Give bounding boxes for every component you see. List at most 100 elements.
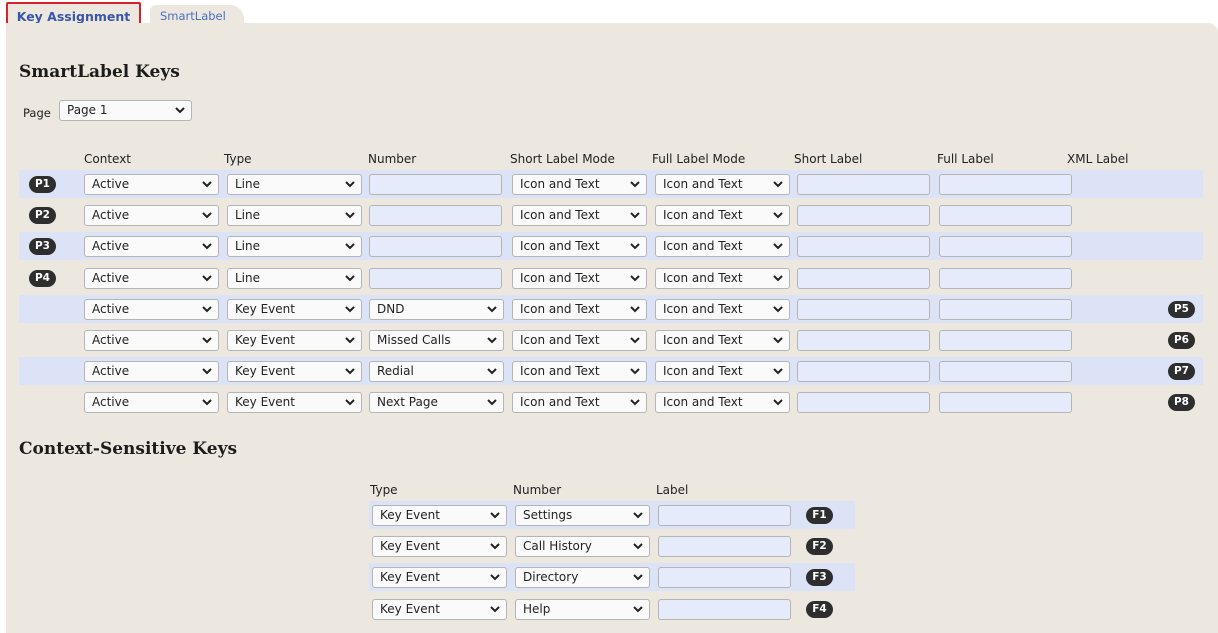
chevron-down-icon [633,574,643,581]
short-label-mode-select[interactable]: Icon and Text [512,330,647,351]
ck-type-select[interactable]: Key Event [372,598,507,620]
short-label-mode-select[interactable]: Icon and Text [512,267,647,289]
full-label-mode-select[interactable]: Icon and Text [655,236,790,258]
chevron-down-icon [490,512,500,519]
short-label-mode-select[interactable]: Icon and Text [512,298,647,320]
short-label-mode-select-value: Icon and Text [520,270,600,285]
type-select[interactable]: Key Event [227,392,362,414]
context-select[interactable]: Active [84,330,219,351]
ck-col-number: Number [513,483,562,497]
short-label-mode-select-value: Icon and Text [520,177,600,191]
chevron-down-icon [630,368,640,375]
context-select-value: Active [92,177,130,191]
type-select[interactable]: Key Event [227,361,362,383]
chevron-down-icon [490,543,500,550]
context-select-value: Active [92,395,130,410]
short-label-input[interactable] [797,267,930,289]
full-label-input[interactable] [939,205,1072,227]
full-label-input[interactable] [939,392,1072,414]
full-label-mode-select-value: Icon and Text [663,395,743,410]
chevron-down-icon [630,274,640,282]
number-select[interactable]: Next Page [369,392,504,414]
ck-label-input[interactable] [658,536,791,558]
short-label-mode-select-value: Icon and Text [520,364,600,379]
full-label-input[interactable] [939,174,1072,195]
full-label-input[interactable] [939,330,1072,351]
number-input[interactable] [369,174,502,195]
number-select-value: Next Page [377,395,438,410]
short-label-mode-select[interactable]: Icon and Text [512,205,647,227]
ck-type-select[interactable]: Key Event [372,536,507,558]
chevron-down-icon [345,181,355,188]
number-select[interactable]: DND [369,298,504,320]
full-label-input[interactable] [939,361,1072,383]
full-label-mode-select[interactable]: Icon and Text [655,205,790,227]
full-label-mode-select[interactable]: Icon and Text [655,392,790,414]
ck-number-select[interactable]: Call History [515,536,650,558]
chevron-down-icon [490,574,500,581]
number-input[interactable] [369,205,502,227]
type-select[interactable]: Line [227,267,362,289]
type-select[interactable]: Key Event [227,298,362,320]
short-label-input[interactable] [797,174,930,195]
type-select[interactable]: Line [227,174,362,195]
ck-type-select[interactable]: Key Event [372,567,507,589]
chevron-down-icon [630,306,640,313]
ck-label-input[interactable] [658,598,791,620]
full-label-mode-select[interactable]: Icon and Text [655,361,790,383]
short-label-input[interactable] [797,205,930,227]
context-select[interactable]: Active [84,236,219,258]
type-select-value: Key Event [235,364,295,379]
short-label-input[interactable] [797,298,930,320]
chevron-down-icon [202,399,212,406]
short-label-mode-select[interactable]: Icon and Text [512,361,647,383]
number-select-value: Missed Calls [377,333,451,347]
chevron-down-icon [630,212,640,219]
number-input[interactable] [369,267,502,289]
full-label-mode-select-value: Icon and Text [663,301,743,316]
type-select-value: Key Event [235,301,295,316]
ck-type-select-value: Key Event [380,539,440,554]
number-input[interactable] [369,236,502,258]
ck-label-input[interactable] [658,567,791,589]
short-label-input[interactable] [797,392,930,414]
short-label-mode-select[interactable]: Icon and Text [512,236,647,258]
short-label-input[interactable] [797,330,930,351]
full-label-mode-select[interactable]: Icon and Text [655,174,790,195]
chevron-down-icon [773,181,783,188]
ck-type-select[interactable]: Key Event [372,505,507,526]
context-select[interactable]: Active [84,392,219,414]
short-label-input[interactable] [797,236,930,258]
number-select[interactable]: Redial [369,361,504,383]
context-select[interactable]: Active [84,361,219,383]
ck-number-select[interactable]: Help [515,598,650,620]
chevron-down-icon [487,337,497,344]
full-label-input[interactable] [939,267,1072,289]
chevron-down-icon [773,243,783,250]
short-label-input[interactable] [797,361,930,383]
type-select[interactable]: Line [227,236,362,258]
col-full-label-mode: Full Label Mode [652,152,746,166]
full-label-input[interactable] [939,236,1072,258]
full-label-mode-select[interactable]: Icon and Text [655,267,790,289]
context-select[interactable]: Active [84,174,219,195]
full-label-input[interactable] [939,298,1072,320]
ck-number-select[interactable]: Settings [515,505,650,526]
full-label-mode-select[interactable]: Icon and Text [655,330,790,351]
ck-number-select-value: Help [523,601,551,616]
context-select[interactable]: Active [84,205,219,227]
full-label-mode-select[interactable]: Icon and Text [655,298,790,320]
type-select-value: Line [235,177,261,191]
ck-label-input[interactable] [658,505,791,526]
ck-number-select[interactable]: Directory [515,567,650,589]
page-select[interactable]: Page 1 [59,100,192,121]
number-select[interactable]: Missed Calls [369,330,504,351]
short-label-mode-select[interactable]: Icon and Text [512,392,647,414]
context-select[interactable]: Active [84,298,219,320]
chevron-down-icon [202,243,212,250]
key-badge: P7 [1168,363,1195,381]
context-select[interactable]: Active [84,267,219,289]
type-select[interactable]: Key Event [227,330,362,351]
type-select[interactable]: Line [227,205,362,227]
short-label-mode-select[interactable]: Icon and Text [512,174,647,195]
